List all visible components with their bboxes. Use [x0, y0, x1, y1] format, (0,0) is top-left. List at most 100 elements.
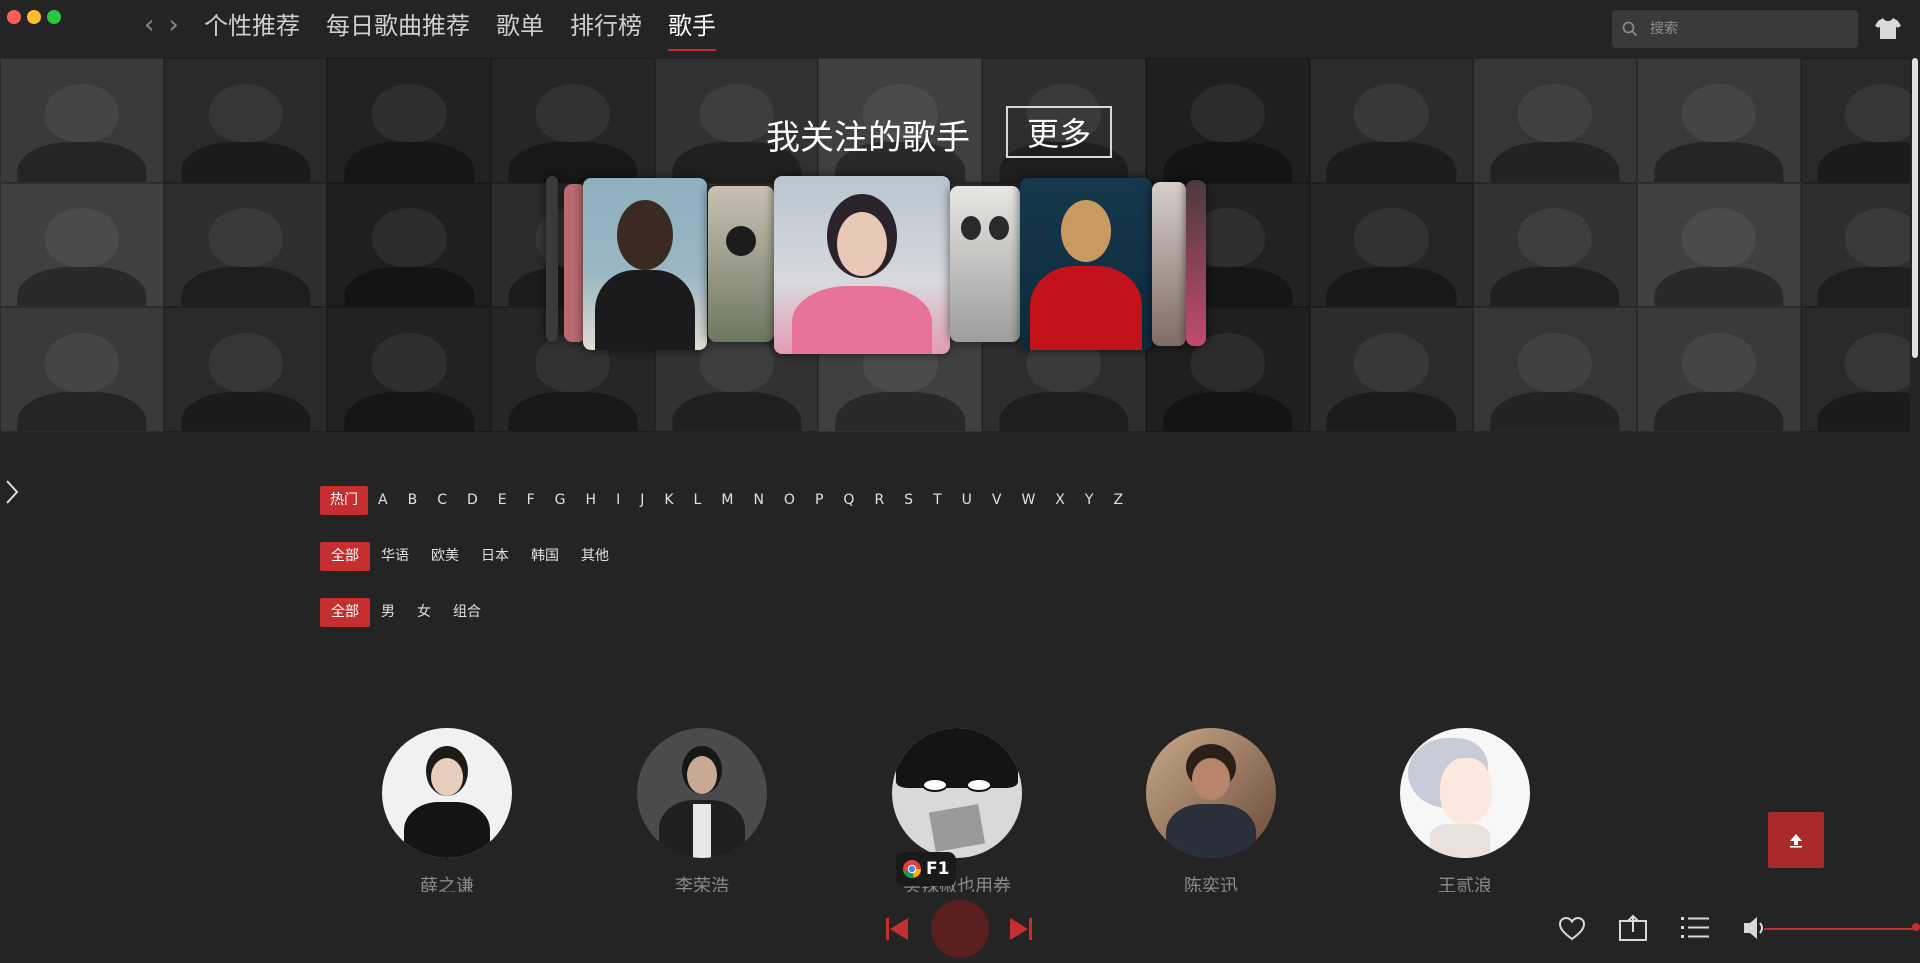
region-filter-chip[interactable]: 欧美 [420, 542, 470, 571]
minimize-window-button[interactable] [27, 10, 41, 24]
letter-filter-chip[interactable]: C [427, 486, 457, 515]
more-button[interactable]: 更多 [1006, 106, 1112, 158]
tab-playlists[interactable]: 歌单 [496, 6, 544, 51]
volume-slider[interactable] [1764, 928, 1916, 930]
letter-filter-chip[interactable]: N [743, 486, 773, 515]
tile-portrait-head [1517, 332, 1593, 392]
carousel-cover[interactable] [1020, 178, 1152, 350]
badge-label: F1 [926, 859, 950, 879]
tile-portrait-body [1817, 142, 1910, 182]
letter-filter-chip[interactable]: U [952, 486, 982, 515]
main-tabs: 个性推荐 每日歌曲推荐 歌单 排行榜 歌手 [204, 6, 716, 51]
region-filter-chip[interactable]: 日本 [470, 542, 520, 571]
carousel-cover[interactable] [583, 178, 707, 350]
photo-wall-tile [163, 182, 328, 308]
carousel-cover[interactable] [774, 176, 950, 354]
letter-filter-chip[interactable]: R [864, 486, 894, 515]
artist-card[interactable]: 薛之谦 [382, 728, 512, 892]
previous-track-icon[interactable] [884, 916, 910, 942]
volume-handle[interactable] [1912, 923, 1920, 931]
artist-name[interactable]: 王贰浪 [1400, 872, 1530, 892]
tile-portrait-body [1326, 391, 1457, 432]
tab-daily-songs[interactable]: 每日歌曲推荐 [326, 6, 470, 51]
carousel-cover[interactable] [1152, 182, 1186, 346]
chrome-icon [903, 860, 922, 879]
playlist-icon[interactable] [1680, 914, 1710, 942]
letter-filter-chip[interactable]: S [894, 486, 923, 515]
carousel-cover[interactable] [950, 186, 1020, 342]
gender-filter-chip[interactable]: 全部 [320, 598, 370, 627]
letter-filter-chip[interactable]: X [1045, 486, 1075, 515]
back-arrow-icon[interactable]: ‹ [144, 12, 154, 38]
artist-name[interactable]: 薛之谦 [382, 872, 512, 892]
gender-filter-chip[interactable]: 组合 [442, 598, 492, 627]
chevron-right-icon[interactable] [4, 478, 20, 506]
tile-portrait-head [372, 83, 447, 143]
tab-recommend[interactable]: 个性推荐 [204, 6, 300, 51]
skin-shirt-icon[interactable] [1875, 16, 1901, 40]
tile-portrait-head [1681, 83, 1756, 143]
letter-filter-chip[interactable]: P [805, 486, 833, 515]
letter-filter-chip[interactable]: I [606, 486, 630, 515]
share-icon[interactable] [1618, 914, 1648, 942]
letter-filter-chip[interactable]: V [982, 486, 1012, 515]
artist-card[interactable]: 陈奕迅 [1146, 728, 1276, 892]
avatar[interactable] [1400, 728, 1530, 858]
letter-filter-chip[interactable]: W [1011, 486, 1045, 515]
close-window-button[interactable] [7, 10, 21, 24]
tile-portrait-body [344, 267, 474, 307]
tile-portrait-head [1845, 332, 1910, 392]
gender-filter-chip[interactable]: 男 [370, 598, 406, 627]
initial-letter-filter: 热门 A B C D E F G H I J K L M N O P Q R S T U V W X Y Z [320, 486, 1133, 515]
artist-name[interactable]: 李荣浩 [637, 872, 767, 892]
letter-filter-chip[interactable]: G [545, 486, 576, 515]
letter-filter-chip[interactable]: K [654, 486, 683, 515]
letter-filter-chip[interactable]: A [368, 486, 398, 515]
letter-filter-chip[interactable]: Q [833, 486, 864, 515]
back-to-top-button[interactable] [1768, 812, 1824, 868]
letter-filter-chip[interactable]: T [923, 486, 952, 515]
letter-filter-chip[interactable]: O [774, 486, 805, 515]
artist-card[interactable]: 王贰浪 [1400, 728, 1530, 892]
letter-filter-chip[interactable]: E [488, 486, 517, 515]
region-filter-chip[interactable]: 全部 [320, 542, 370, 571]
gender-filter-chip[interactable]: 女 [406, 598, 442, 627]
letter-filter-chip[interactable]: D [457, 486, 488, 515]
carousel-cover[interactable] [708, 186, 774, 342]
artist-name[interactable]: 陈奕迅 [1146, 872, 1276, 892]
carousel-cover[interactable] [1186, 180, 1206, 346]
avatar[interactable] [892, 728, 1022, 858]
region-filter-chip[interactable]: 韩国 [520, 542, 570, 571]
tile-portrait-body [508, 391, 638, 432]
page-scrollbar[interactable] [1912, 58, 1918, 358]
tile-portrait-head [44, 332, 120, 392]
letter-filter-chip[interactable]: 热门 [320, 486, 368, 515]
letter-filter-chip[interactable]: Y [1075, 486, 1104, 515]
avatar[interactable] [382, 728, 512, 858]
letter-filter-chip[interactable]: F [517, 486, 545, 515]
tab-artists[interactable]: 歌手 [668, 6, 716, 51]
letter-filter-chip[interactable]: Z [1103, 486, 1133, 515]
maximize-window-button[interactable] [47, 10, 61, 24]
letter-filter-chip[interactable]: B [398, 486, 428, 515]
carousel-cover[interactable] [546, 176, 558, 342]
tile-portrait-head [1681, 332, 1756, 392]
letter-filter-chip[interactable]: L [684, 486, 712, 515]
tile-portrait-body [180, 142, 311, 182]
letter-filter-chip[interactable]: J [630, 486, 654, 515]
tab-charts[interactable]: 排行榜 [570, 6, 642, 51]
avatar[interactable] [637, 728, 767, 858]
letter-filter-chip[interactable]: H [576, 486, 607, 515]
heart-icon[interactable] [1558, 916, 1586, 942]
region-filter-chip[interactable]: 其他 [570, 542, 620, 571]
search-input[interactable] [1648, 20, 1848, 38]
forward-arrow-icon[interactable]: › [168, 12, 178, 38]
letter-filter-chip[interactable]: M [711, 486, 743, 515]
next-track-icon[interactable] [1008, 916, 1034, 942]
play-button[interactable] [931, 900, 989, 958]
followed-artists-title: 我关注的歌手 [766, 118, 970, 158]
avatar[interactable] [1146, 728, 1276, 858]
artist-card[interactable]: 李荣浩 [637, 728, 767, 892]
photo-wall-tile [0, 182, 164, 308]
region-filter-chip[interactable]: 华语 [370, 542, 420, 571]
